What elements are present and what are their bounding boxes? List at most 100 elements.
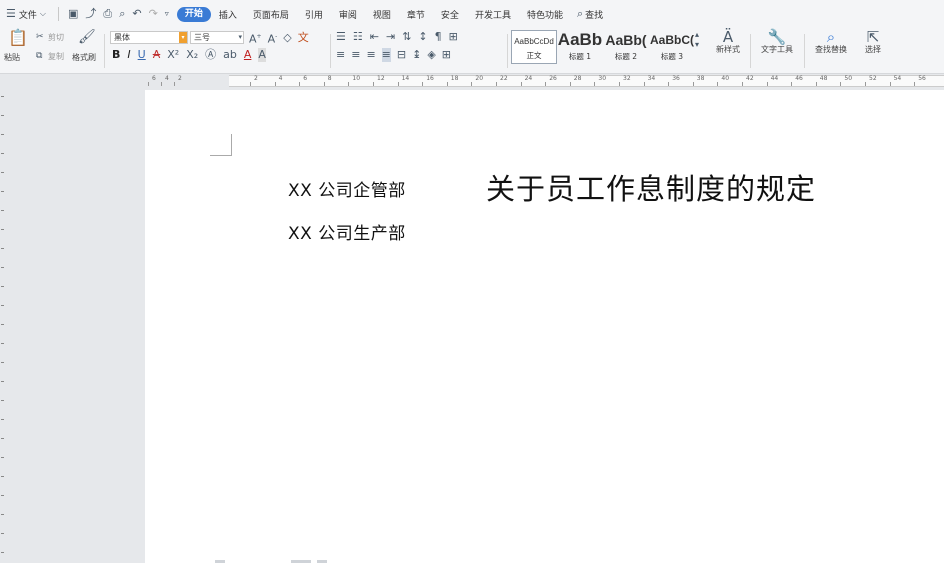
table-border-icon[interactable]: ⊞ [449, 30, 458, 44]
tab-section[interactable]: 章节 [399, 8, 433, 21]
document-page[interactable]: XX 公司企管部 XX 公司生产部 关于员工作息制度的规定 [145, 90, 944, 563]
search-label: 查找 [585, 10, 604, 21]
new-style-label: 新样式 [716, 45, 740, 54]
ruler-tick [865, 82, 866, 86]
ruler-number: 26 [549, 75, 557, 82]
ruler-tick [766, 82, 768, 86]
style-heading-2[interactable]: AaBb( 标题 2 [603, 30, 649, 64]
recipient-line-2[interactable]: XX 公司生产部 [288, 219, 406, 244]
ruler-tick [1, 96, 4, 97]
select-button[interactable]: ⇱ 选择 [856, 28, 890, 74]
font-size-value: 三号 [194, 33, 210, 42]
style-label: 正文 [526, 51, 542, 60]
redo-icon[interactable]: ↷ [149, 7, 158, 21]
ruler-tick [840, 82, 842, 86]
cut-icon[interactable]: ✂ [36, 30, 44, 44]
tab-insert[interactable]: 插入 [211, 8, 245, 21]
ruler-tick [1, 381, 4, 382]
style-heading-3[interactable]: AaBbC( 标题 3 [649, 30, 695, 64]
style-preview: AaBbC( [650, 33, 694, 47]
text-direction-icon[interactable]: ⇅ [402, 30, 411, 44]
format-painter-button[interactable]: 格式刷 [72, 52, 96, 63]
paste-button[interactable]: 粘贴 [4, 52, 20, 63]
tab-view[interactable]: 视图 [365, 8, 399, 21]
new-style-button[interactable]: Ä 新样式 [708, 28, 748, 74]
ruler-tick [1, 248, 4, 249]
undo-icon[interactable]: ↶ [132, 7, 141, 21]
ruler-tick [1, 305, 4, 306]
find-replace-button[interactable]: ⌕ 查找替换 [808, 28, 854, 74]
align-left-icon[interactable]: ≡ [336, 48, 345, 62]
ruler-tick [1, 476, 4, 477]
text-tools-button[interactable]: 🔧 文字工具 [754, 28, 800, 74]
save-icon[interactable]: ▣ [68, 7, 78, 21]
style-normal[interactable]: AaBbCcDd 正文 [511, 30, 557, 64]
justify-icon[interactable]: ≡ [381, 48, 391, 62]
tab-security[interactable]: 安全 [433, 8, 467, 21]
export-icon[interactable]: ⤴ [85, 7, 96, 21]
paste-icon[interactable]: 📋 [8, 30, 28, 46]
grow-font-icon[interactable]: A+ [249, 30, 262, 47]
italic-icon[interactable]: I [127, 48, 130, 62]
tab-developer[interactable]: 开发工具 [467, 8, 519, 21]
sort-icon[interactable]: ↕ [418, 30, 427, 44]
document-title[interactable]: 关于员工作息制度的规定 [486, 166, 816, 208]
subscript-icon[interactable]: X₂ [186, 48, 198, 62]
increase-indent-icon[interactable]: ⇥ [386, 30, 395, 44]
style-heading-1[interactable]: AaBb 标题 1 [557, 30, 603, 64]
align-center-icon[interactable]: ≡ [351, 48, 360, 62]
ruler-tick [742, 82, 743, 86]
tab-review[interactable]: 审阅 [331, 8, 365, 21]
format-painter-icon[interactable]: 🖌 [78, 30, 96, 44]
chevron-down-icon: ⌵ [39, 9, 46, 18]
tab-home[interactable]: 开始 [176, 6, 211, 22]
ruler-tick [274, 82, 276, 86]
show-marks-icon[interactable]: ¶ [435, 30, 442, 44]
decrease-indent-icon[interactable]: ⇤ [370, 30, 379, 44]
ruler-tick [148, 82, 149, 86]
shading-icon[interactable]: ◈ [427, 48, 435, 62]
styles-scroll-icon[interactable]: ▴ ▾ [695, 30, 699, 66]
print-icon[interactable]: ⎙ [103, 7, 112, 21]
ribbon-tabs: 开始 插入 页面布局 引用 审阅 视图 章节 安全 开发工具 特色功能 [176, 6, 571, 22]
margin-corner-mark [210, 134, 232, 156]
align-right-icon[interactable]: ≡ [366, 48, 375, 62]
line-spacing-icon[interactable]: ↨ [412, 48, 421, 62]
paragraph-tools-row1: ☰ ☷ ⇤ ⇥ ⇅ ↕ ¶ ⊞ [336, 30, 458, 44]
clear-format-icon[interactable]: ◇ [283, 31, 291, 45]
search-button[interactable]: ⌕ 查找 [577, 7, 603, 21]
font-size-select[interactable]: 三号 ▾ [190, 31, 244, 44]
vertical-ruler[interactable] [0, 88, 10, 563]
text-effect-icon[interactable]: Ⓐ [205, 48, 216, 62]
recipient-line-1[interactable]: XX 公司企管部 [288, 176, 406, 201]
ruler-text-area [229, 75, 944, 87]
customize-icon[interactable]: ▿ [165, 7, 169, 21]
ruler-number: 30 [598, 75, 607, 82]
phonetic-guide-icon[interactable]: 文 [298, 31, 309, 45]
bold-icon[interactable]: B [112, 48, 120, 62]
char-shading-icon[interactable]: A [258, 48, 266, 62]
tab-references[interactable]: 引用 [297, 8, 331, 21]
strikethrough-icon[interactable]: A [153, 48, 161, 62]
cut-button[interactable]: 剪切 [48, 32, 64, 43]
ruler-tick [889, 82, 891, 86]
font-name-select[interactable]: 黑体 ▾ [110, 31, 188, 44]
superscript-icon[interactable]: X² [167, 48, 179, 62]
font-color-icon[interactable]: A [244, 48, 252, 62]
file-menu[interactable]: ☰ 文件 ⌵ [6, 7, 46, 21]
highlight-icon[interactable]: ab [223, 48, 237, 62]
tab-special-features[interactable]: 特色功能 [519, 8, 571, 21]
ruler-number: 2 [178, 75, 182, 82]
copy-button[interactable]: 复制 [48, 51, 64, 62]
styles-gallery: AaBbCcDd 正文 AaBb 标题 1 AaBb( 标题 2 AaBbC( … [511, 30, 705, 66]
horizontal-ruler[interactable]: 6 4 2 2 4 6 8 10 12 14 16 18 20 22 24 26 28 30 32 34 36 38 40 4… [0, 74, 944, 88]
underline-icon[interactable]: U [138, 48, 146, 62]
borders-icon[interactable]: ⊞ [442, 48, 451, 62]
numbered-list-icon[interactable]: ☷ [353, 30, 363, 44]
distribute-icon[interactable]: ⊟ [397, 48, 406, 62]
copy-icon[interactable]: ⧉ [36, 49, 42, 63]
shrink-font-icon[interactable]: A- [268, 30, 278, 47]
tab-page-layout[interactable]: 页面布局 [245, 8, 297, 21]
print-preview-icon[interactable]: ⌕ [119, 7, 125, 21]
bullet-list-icon[interactable]: ☰ [336, 30, 346, 44]
